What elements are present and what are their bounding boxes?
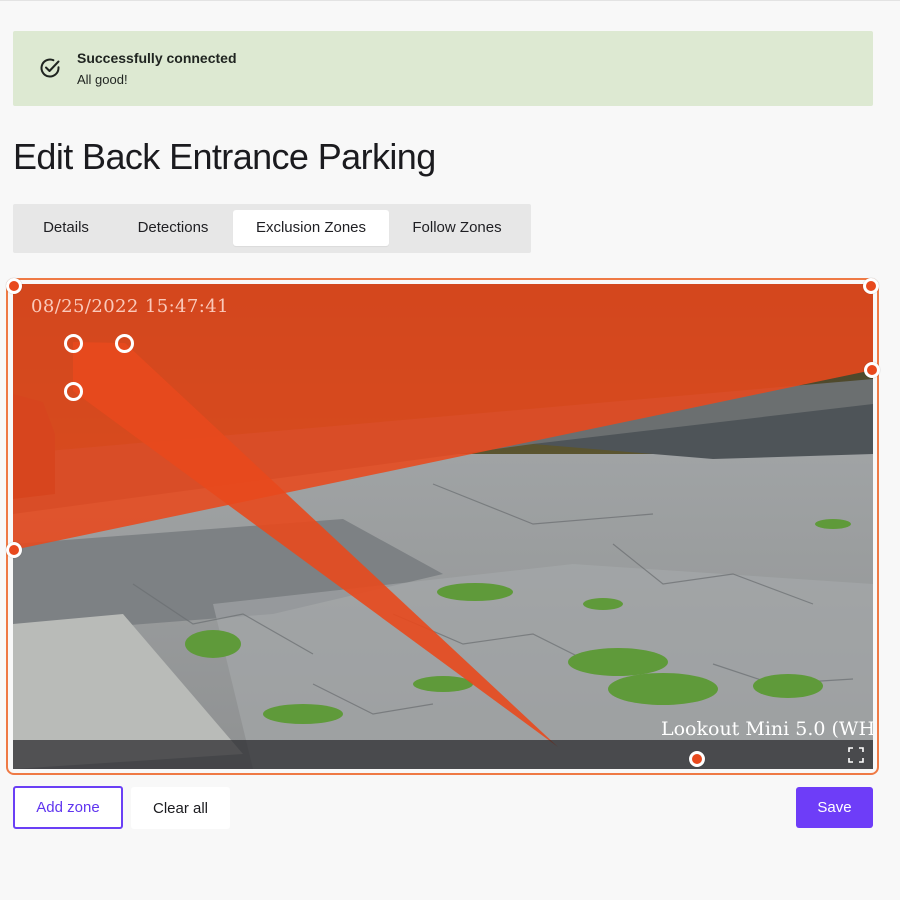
camera-label: Lookout Mini 5.0 (WH (661, 718, 873, 740)
tab-detections[interactable]: Detections (123, 210, 223, 246)
page-title: Edit Back Entrance Parking (13, 136, 436, 177)
zone-handle-left[interactable] (6, 542, 22, 558)
fullscreen-icon[interactable] (848, 747, 864, 763)
tab-follow-zones[interactable]: Follow Zones (397, 210, 517, 246)
camera-image (13, 284, 873, 769)
zone-handle-point-3[interactable] (63, 381, 83, 401)
zone-handle-top-left[interactable] (6, 278, 22, 294)
zone-handle-point-2[interactable] (114, 333, 134, 353)
tab-details[interactable]: Details (19, 210, 113, 246)
video-controls-bar (13, 740, 873, 769)
tab-exclusion-zones[interactable]: Exclusion Zones (233, 210, 389, 246)
alert-title: Successfully connected (77, 50, 237, 66)
top-divider (0, 0, 900, 1)
add-zone-button[interactable]: Add zone (13, 786, 123, 829)
camera-timestamp: 08/25/2022 15:47:41 (31, 296, 229, 317)
clear-all-button[interactable]: Clear all (131, 787, 230, 829)
zone-handle-right[interactable] (864, 362, 880, 378)
success-alert: Successfully connected All good! (13, 31, 873, 106)
check-circle-icon (40, 58, 60, 78)
zone-handle-point-1[interactable] (63, 333, 83, 353)
camera-feed[interactable]: 08/25/2022 15:47:41 Lookout Mini 5.0 (WH (13, 284, 873, 769)
save-button[interactable]: Save (796, 787, 873, 828)
alert-message: All good! (77, 72, 128, 87)
zone-handle-top-right[interactable] (863, 278, 879, 294)
zone-handle-bottom[interactable] (689, 751, 705, 767)
tab-bar: Details Detections Exclusion Zones Follo… (13, 204, 531, 253)
